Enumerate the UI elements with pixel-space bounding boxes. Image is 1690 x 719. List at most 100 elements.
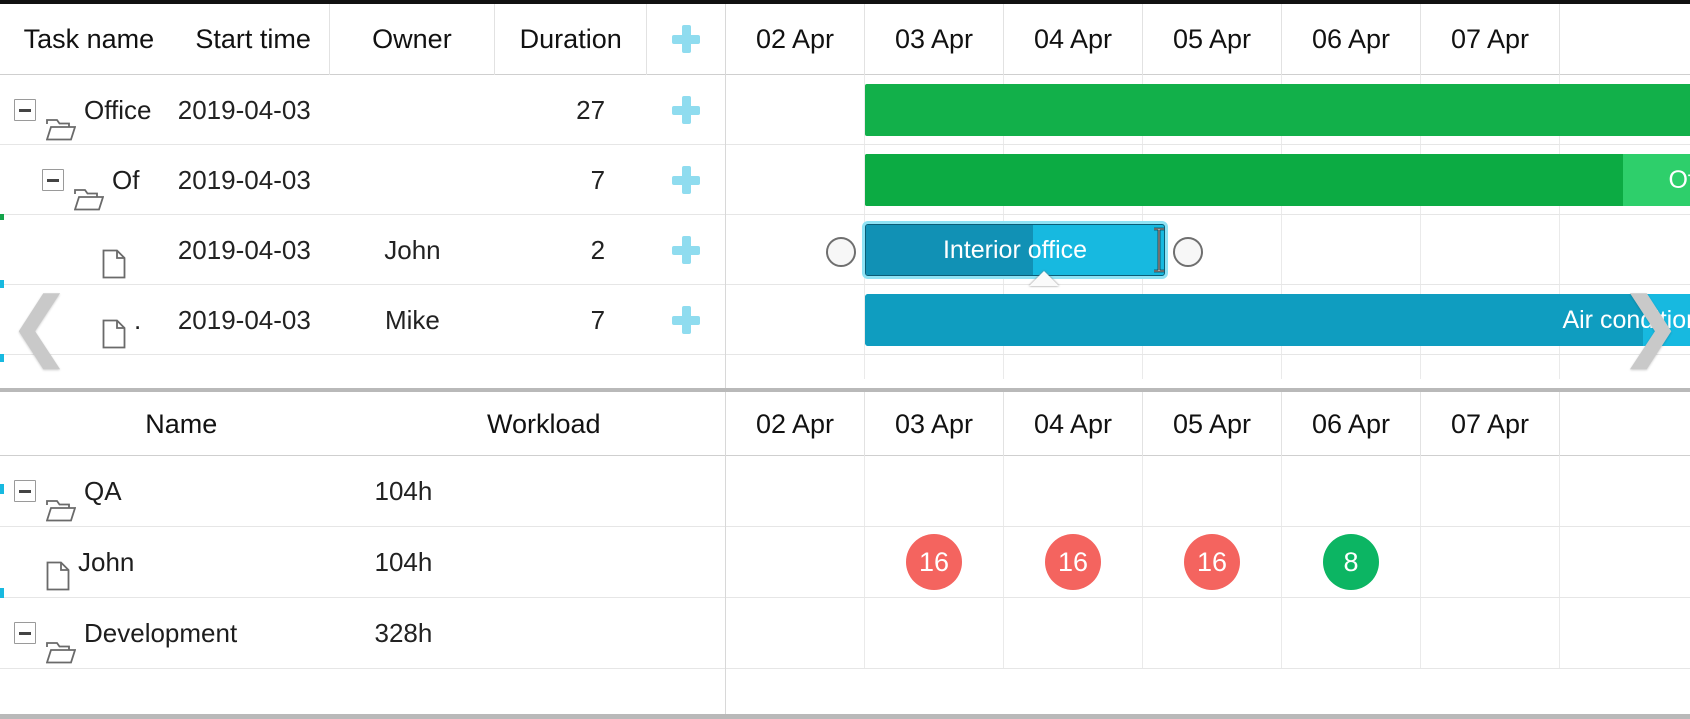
timeline-cell[interactable] (1282, 355, 1421, 379)
add-subtask-icon[interactable] (672, 305, 701, 334)
collapse-expander-icon[interactable] (14, 622, 36, 644)
timeline-cell[interactable] (726, 145, 865, 214)
column-header-workload[interactable]: Workload (363, 392, 726, 456)
task-owner-cell[interactable] (330, 75, 496, 145)
task-owner-cell[interactable] (330, 145, 496, 215)
add-subtask-icon[interactable] (672, 235, 701, 264)
add-subtask-icon[interactable] (672, 165, 701, 194)
bar-end-link-handle[interactable] (1173, 237, 1203, 267)
resource-timeline-cell[interactable] (726, 527, 865, 597)
task-start-cell[interactable]: 2019-04-03 (178, 145, 330, 215)
row-add-cell[interactable] (647, 145, 725, 215)
resource-timeline-cell[interactable] (1560, 527, 1690, 597)
timeline-cell[interactable] (1560, 215, 1690, 284)
resource-timeline-date-04-apr[interactable]: 04 Apr (1004, 392, 1143, 456)
timeline-date-overflow[interactable] (1560, 4, 1690, 75)
timeline-cell[interactable] (1421, 355, 1560, 379)
resource-timeline-date-05-apr[interactable]: 05 Apr (1143, 392, 1282, 456)
timeline-cell[interactable] (726, 75, 865, 144)
task-start-cell[interactable]: 2019-04-03 (178, 285, 330, 355)
timeline-cell[interactable] (1282, 215, 1421, 284)
resource-row[interactable]: Development 328h (0, 598, 725, 669)
resource-row[interactable]: John 104h (0, 527, 725, 598)
timeline-cell[interactable] (1143, 355, 1282, 379)
task-name-cell[interactable]: Of (0, 145, 178, 215)
add-column-icon-wrap[interactable] (647, 4, 725, 75)
bar-progress-drag-marker[interactable] (1029, 271, 1059, 286)
task-duration-cell[interactable]: 2 (495, 215, 647, 285)
resource-timeline-date-overflow[interactable] (1560, 392, 1690, 456)
task-duration-cell[interactable]: 27 (495, 75, 647, 145)
resource-timeline-cell[interactable] (726, 598, 865, 668)
timeline-date-04-apr[interactable]: 04 Apr (1004, 4, 1143, 75)
column-header-duration[interactable]: Duration (495, 4, 648, 75)
task-duration-cell[interactable]: 7 (495, 285, 647, 355)
resource-timeline-date-03-apr[interactable]: 03 Apr (865, 392, 1004, 456)
resource-timeline-cell[interactable] (865, 598, 1004, 668)
resource-name-cell[interactable]: Development (0, 598, 363, 669)
resource-name-cell[interactable]: QA (0, 456, 363, 527)
timeline-cell[interactable] (865, 355, 1004, 379)
timeline-row[interactable] (726, 75, 1690, 145)
timeline-date-07-apr[interactable]: 07 Apr (1421, 4, 1560, 75)
resource-name-cell[interactable]: John (0, 527, 363, 598)
timeline-cell[interactable] (726, 355, 865, 379)
resource-timeline-cell[interactable]: 8 (1282, 527, 1421, 597)
chevron-left-icon[interactable]: ❮ (8, 288, 72, 364)
chevron-right-icon[interactable]: ❯ (1618, 288, 1682, 364)
workload-badge[interactable]: 16 (1045, 534, 1101, 590)
resource-timeline-row[interactable] (726, 598, 1690, 669)
resource-workload-cell[interactable]: 104h (363, 527, 726, 598)
task-start-cell[interactable]: 2019-04-03 (178, 75, 330, 145)
resource-timeline-date-06-apr[interactable]: 06 Apr (1282, 392, 1421, 456)
timeline-cell[interactable] (1004, 355, 1143, 379)
timeline-row[interactable]: Interior office (726, 215, 1690, 286)
table-row[interactable]: Of 2019-04-03 7 (0, 145, 725, 215)
resource-timeline-row[interactable] (726, 456, 1690, 527)
resource-timeline-cell[interactable] (1560, 598, 1690, 668)
timeline-cell[interactable] (1421, 215, 1560, 284)
task-name-cell[interactable] (0, 215, 178, 285)
resource-workload-cell[interactable]: 328h (363, 598, 726, 669)
column-header-start-time[interactable]: Start time (178, 4, 330, 75)
bar-start-link-handle[interactable] (826, 237, 856, 267)
resource-timeline-cell[interactable] (1143, 456, 1282, 526)
column-header-task-name[interactable]: Task name (0, 4, 178, 75)
resource-timeline-cell[interactable]: 16 (1004, 527, 1143, 597)
timeline-row[interactable]: Air conditioners check (726, 285, 1690, 355)
timeline-date-06-apr[interactable]: 06 Apr (1282, 4, 1421, 75)
gantt-bar-office-facing[interactable]: Office facing (865, 154, 1690, 206)
table-row[interactable]: Office 2019-04-03 27 (0, 75, 725, 145)
table-row-partial[interactable] (0, 355, 725, 379)
gantt-bar-air-conditioners-check[interactable]: Air conditioners check (865, 294, 1690, 346)
table-row[interactable]: . 2019-04-03 Mike 7 (0, 285, 725, 355)
panel-splitter[interactable] (0, 388, 1690, 392)
timeline-cell[interactable] (726, 285, 865, 354)
add-subtask-icon[interactable] (672, 95, 701, 124)
resource-timeline-cell[interactable] (1004, 456, 1143, 526)
collapse-expander-icon[interactable] (14, 98, 36, 121)
resource-workload-cell[interactable]: 104h (363, 456, 726, 527)
resource-timeline-cell[interactable] (1421, 527, 1560, 597)
workload-badge[interactable]: 8 (1323, 534, 1379, 590)
task-duration-cell[interactable]: 7 (495, 145, 647, 215)
task-start-cell[interactable]: 2019-04-03 (178, 215, 330, 285)
column-header-name[interactable]: Name (0, 392, 363, 456)
resource-timeline-cell[interactable] (1143, 598, 1282, 668)
task-name-cell[interactable]: Office (0, 75, 178, 145)
table-row[interactable]: 2019-04-03 John 2 (0, 215, 725, 285)
resource-timeline-cell[interactable] (865, 456, 1004, 526)
workload-badge[interactable]: 16 (906, 534, 962, 590)
timeline-date-03-apr[interactable]: 03 Apr (865, 4, 1004, 75)
resource-timeline-date-02-apr[interactable]: 02 Apr (726, 392, 865, 456)
collapse-expander-icon[interactable] (14, 480, 36, 502)
resource-timeline-cell[interactable] (726, 456, 865, 526)
timeline-date-05-apr[interactable]: 05 Apr (1143, 4, 1282, 75)
resource-timeline-cell[interactable]: 16 (865, 527, 1004, 597)
resource-timeline-cell[interactable] (1421, 456, 1560, 526)
resource-timeline-cell[interactable]: 16 (1143, 527, 1282, 597)
row-add-cell[interactable] (647, 215, 725, 285)
gantt-bar-interior-office[interactable]: Interior office (865, 224, 1165, 276)
collapse-expander-icon[interactable] (42, 168, 64, 191)
row-add-cell[interactable] (647, 285, 725, 355)
